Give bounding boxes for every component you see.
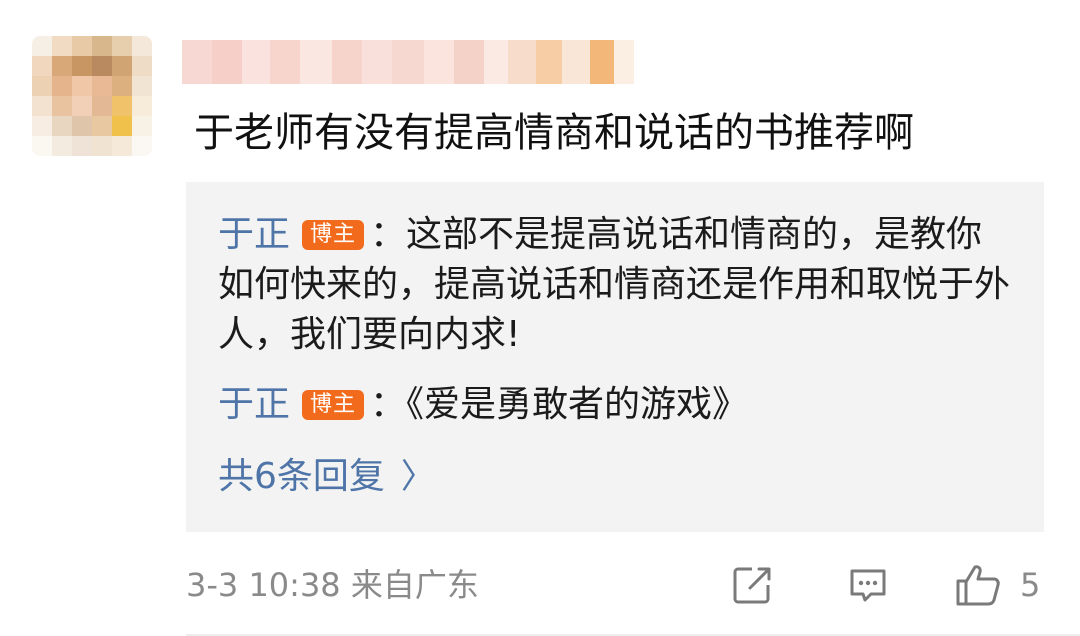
like-count: 5 [1020, 566, 1041, 604]
reply-author-link[interactable]: 于正 [218, 214, 290, 255]
comment-text: 于老师有没有提高情商和说话的书推荐啊 [194, 110, 914, 156]
comment-meta: 3-3 10:38 来自广东 [186, 560, 479, 610]
reply-preview-box[interactable]: 于正 博主 ：这部不是提高说话和情商的，是教你如何快来的，提高说话和情商还是作用和取… [186, 182, 1044, 532]
timestamp: 3-3 10:38 [186, 566, 341, 604]
reply-button[interactable] [846, 562, 890, 608]
reply-item[interactable]: 于正 博主 ：这部不是提高说话和情商的，是教你如何快来的，提高说话和情商还是作用和取… [218, 210, 1018, 360]
share-edit-icon [733, 567, 771, 604]
reply-separator: ： [370, 214, 407, 255]
location: 来自广东 [350, 566, 479, 604]
more-replies-label: 共6条回复 [218, 456, 385, 497]
reply-author-link[interactable]: 于正 [218, 384, 290, 425]
view-all-replies-link[interactable]: 共6条回复〉 [218, 452, 435, 502]
reply-text: 《爱是勇敢者的游戏》 [406, 384, 749, 425]
avatar-blurred[interactable] [32, 36, 152, 156]
like-button[interactable]: 5 [954, 562, 1040, 608]
username-blurred[interactable] [182, 40, 634, 84]
author-badge: 博主 [302, 220, 365, 250]
comment-bubble-icon [850, 569, 886, 602]
reply-separator: ： [370, 384, 407, 425]
chevron-right-icon: 〉 [400, 457, 435, 497]
thumbs-up-icon [956, 565, 1000, 606]
author-badge: 博主 [302, 390, 365, 420]
reply-item[interactable]: 于正 博主 ：《爱是勇敢者的游戏》 [218, 380, 1018, 430]
share-button[interactable] [730, 562, 776, 608]
